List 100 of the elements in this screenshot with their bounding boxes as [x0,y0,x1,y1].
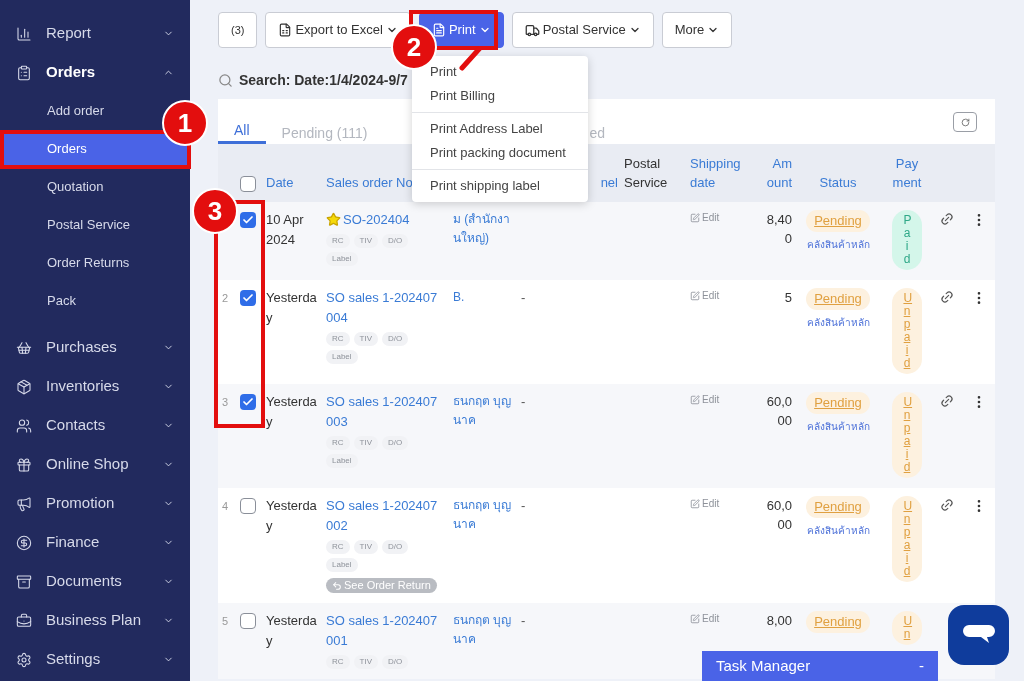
payment-badge[interactable]: Unpaid [892,288,922,374]
column-header[interactable]: Pay ment [884,154,930,192]
column-header[interactable]: Status [819,173,857,192]
document-tag[interactable]: TIV [353,540,378,554]
document-tag[interactable]: RC [326,655,350,669]
document-tag[interactable]: Label [326,350,358,364]
column-header[interactable]: Sales order No [326,173,413,192]
amount-cell-text: 8,00 [765,612,792,630]
document-tag[interactable]: RC [326,436,350,450]
channel-cell: - [521,613,526,628]
menu-item[interactable]: Print packing document [412,141,588,165]
order-link[interactable]: SO sales 1-202407001 [326,611,441,651]
filter-tab[interactable]: Pending (111) [265,111,384,144]
order-link[interactable]: SO sales 1-202407004 [326,288,441,328]
sidebar-subitem[interactable]: Quotation [47,168,104,206]
document-tag[interactable]: D/O [382,436,409,450]
sidebar-subitem[interactable]: Order Returns [47,244,130,282]
sidebar-item[interactable]: Purchases [0,328,190,367]
payment-badge[interactable]: Paid [892,210,922,270]
edit-icon [690,212,700,223]
document-tag[interactable]: RC [326,332,350,346]
refresh-button[interactable] [953,112,977,132]
warehouse-label: คลังสินค้าหลัก [806,238,870,252]
order-link[interactable]: SO-202404 [343,210,410,230]
edit-link[interactable]: Edit [690,210,720,225]
menu-item[interactable]: Print Billing [412,84,588,108]
document-tag[interactable]: RC [326,540,350,554]
settings-icon [16,651,32,668]
people-icon [16,417,32,434]
sidebar-item[interactable]: Inventories [0,367,190,406]
amount-cell-text: 60,000 [765,393,792,430]
document-tag[interactable]: TIV [353,436,378,450]
order-return-chip[interactable]: See Order Return [326,578,437,593]
status-badge[interactable]: Pending [806,288,870,310]
document-tag[interactable]: RC [326,234,350,248]
toolbar-button[interactable]: Postal Service [511,12,654,48]
payment-badge[interactable]: Unpaid [892,496,922,582]
order-link[interactable]: SO sales 1-202407002 [326,496,441,536]
document-tag[interactable]: TIV [353,234,378,248]
task-manager-bar[interactable]: Task Manager - [702,651,938,681]
menu-item[interactable]: Print Address Label [412,117,588,141]
date-cell-text: Yesterday [266,497,318,535]
sidebar-item[interactable]: Report [0,14,190,53]
edit-link[interactable]: Edit [690,392,720,407]
refresh-icon [960,117,970,127]
edit-link[interactable]: Edit [690,288,720,303]
sidebar-subitem[interactable]: Add order [47,92,105,130]
sidebar-subitem[interactable]: Postal Service [47,206,131,244]
edit-link[interactable]: Edit [690,611,720,626]
document-tag[interactable]: Label [326,558,358,572]
toolbar-button[interactable]: More [661,12,733,48]
status-badge[interactable]: Pending [806,496,870,518]
status-badge[interactable]: Pending [806,611,870,633]
document-tag[interactable]: D/O [382,234,409,248]
document-tag[interactable]: D/O [382,655,409,669]
warehouse-label: คลังสินค้าหลัก [806,420,870,434]
sidebar-item[interactable]: Documents [0,562,190,601]
checkbox[interactable] [240,613,256,629]
chat-button[interactable] [948,605,1009,665]
selection-count-button[interactable]: (3) [218,12,258,48]
amount-cell-text: 5 [783,289,792,307]
amount-cell-text: 8,400 [765,211,792,248]
checkbox[interactable] [240,176,256,192]
sidebar-item[interactable]: Promotion [0,484,190,523]
checkbox[interactable] [240,290,256,306]
checkbox[interactable] [240,394,256,410]
payment-badge[interactable]: Un [892,611,922,645]
order-link[interactable]: SO sales 1-202407003 [326,392,441,432]
channel-cell: - [521,290,526,305]
document-tag[interactable]: TIV [353,655,378,669]
payment-badge[interactable]: Unpaid [892,392,922,478]
document-tag[interactable]: D/O [382,332,409,346]
sidebar-item[interactable]: Orders [0,53,190,92]
channel-cell: - [521,498,526,513]
column-header[interactable]: Shipping date [690,154,752,192]
gift-icon [16,456,32,473]
sidebar-subitem[interactable]: Pack [47,282,76,320]
truck-icon [524,22,540,38]
column-header[interactable]: Am ount [752,154,792,192]
customer-cell-text: ธนกฤต บุญนาค [453,612,513,648]
status-badge[interactable]: Pending [806,210,870,232]
status-badge[interactable]: Pending [806,392,870,414]
document-tag[interactable]: TIV [353,332,378,346]
sidebar-item[interactable]: Business Plan [0,601,190,640]
column-header[interactable]: Date [266,173,294,192]
document-tag[interactable]: Label [326,252,358,266]
star-icon[interactable] [326,212,341,227]
document-tag[interactable]: Label [326,454,358,468]
sidebar-item[interactable]: Settings [0,640,190,679]
checkbox[interactable] [240,212,256,228]
checkbox[interactable] [240,498,256,514]
sidebar-item[interactable]: Finance [0,523,190,562]
chat-bubble-icon [962,624,995,646]
menu-item[interactable]: Print shipping label [412,174,588,198]
document-tag[interactable]: D/O [382,540,409,554]
customer-cell-text: B. [453,289,466,306]
sidebar-item[interactable]: Contacts [0,406,190,445]
sidebar-item[interactable]: Online Shop [0,445,190,484]
edit-link[interactable]: Edit [690,496,720,511]
column-header[interactable]: nel [600,173,624,192]
